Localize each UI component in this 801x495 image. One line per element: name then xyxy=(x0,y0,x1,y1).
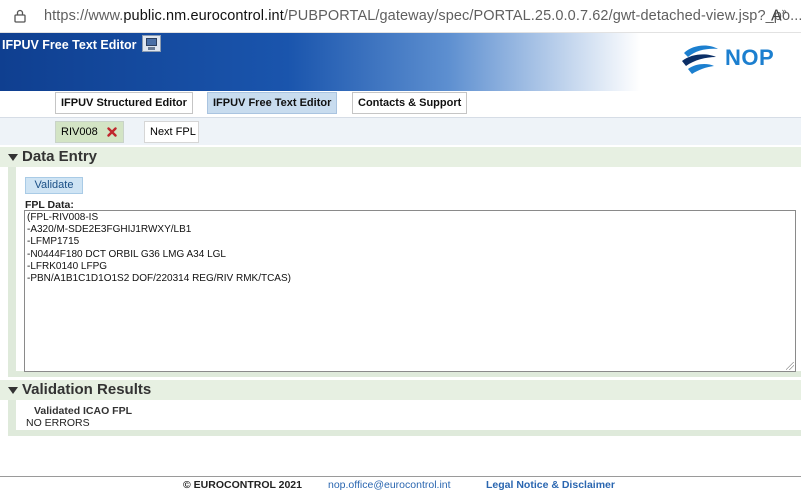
tab-structured-editor[interactable]: IFPUV Structured Editor xyxy=(55,92,193,114)
resize-handle-icon[interactable] xyxy=(786,362,794,370)
collapse-triangle-icon[interactable] xyxy=(8,154,18,161)
fpl-line: -N0444F180 DCT ORBIL G36 LMG A34 LGL xyxy=(27,248,226,260)
tab-contacts-support[interactable]: Contacts & Support xyxy=(352,92,468,114)
data-entry-header[interactable]: Data Entry xyxy=(0,147,801,167)
monitor-icon[interactable] xyxy=(142,35,161,52)
data-entry-title: Data Entry xyxy=(22,148,98,165)
reader-view-icon[interactable]: A» xyxy=(771,6,787,25)
fpl-line: -LFRK0140 LFPG xyxy=(27,260,108,272)
page-title: IFPUV Free Text Editor xyxy=(2,38,137,52)
logo-text: NOP xyxy=(725,45,775,70)
url-field[interactable]: https://www.public.nm.eurocontrol.int/PU… xyxy=(44,8,801,24)
validated-fpl-label: Validated ICAO FPL xyxy=(34,405,133,417)
fpl-line: -LFMP1715 xyxy=(27,236,80,248)
header-banner: IFPUV Free Text Editor NOP xyxy=(0,33,801,91)
footer-divider xyxy=(0,476,801,477)
fpl-line: -A320/M-SDE2E3FGHIJ1RWXY/LB1 xyxy=(27,224,192,236)
tab-free-text-editor[interactable]: IFPUV Free Text Editor xyxy=(207,92,338,114)
validation-message: NO ERRORS xyxy=(26,417,90,429)
validate-button[interactable]: Validate xyxy=(25,177,83,194)
footer-copyright: © EUROCONTROL 2021 xyxy=(183,479,302,491)
eurocontrol-logo-icon xyxy=(682,45,718,74)
validation-results-header[interactable]: Validation Results xyxy=(0,380,801,400)
tab-riv008[interactable]: RIV008 xyxy=(55,121,124,143)
footer-email-link[interactable]: nop.office@eurocontrol.int xyxy=(328,479,451,491)
browser-address-bar: https://www.public.nm.eurocontrol.int/PU… xyxy=(0,0,801,33)
validation-results-title: Validation Results xyxy=(22,381,152,398)
close-icon[interactable] xyxy=(107,127,117,137)
lock-icon xyxy=(14,9,26,23)
fpl-data-textarea[interactable]: (FPL-RIV008-IS -A320/M-SDE2E3FGHIJ1RWXY/… xyxy=(24,210,796,372)
collapse-triangle-icon[interactable] xyxy=(8,387,18,394)
nop-logo: NOP xyxy=(678,39,798,79)
tab-riv008-label: RIV008 xyxy=(61,126,98,138)
fpl-line: -PBN/A1B1C1D1O1S2 DOF/220314 REG/RIV RMK… xyxy=(27,273,291,285)
footer-legal-link[interactable]: Legal Notice & Disclaimer xyxy=(486,479,615,491)
tab-next-fpl[interactable]: Next FPL xyxy=(144,121,199,143)
fpl-line: (FPL-RIV008-IS xyxy=(27,212,99,223)
